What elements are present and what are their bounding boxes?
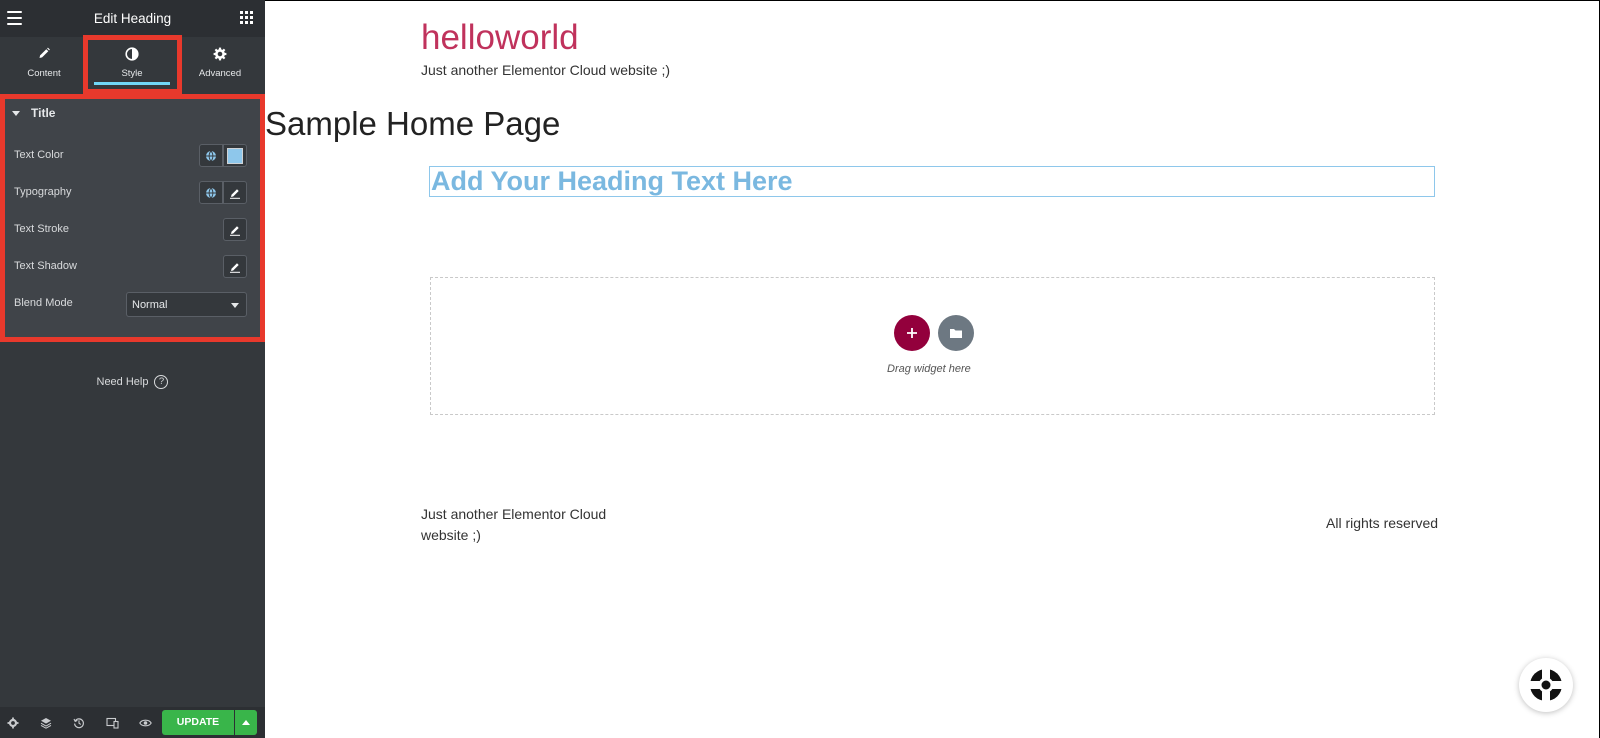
tab-advanced[interactable]: Advanced [176, 37, 264, 90]
caret-down-icon [12, 111, 20, 116]
hamburger-menu-icon[interactable] [7, 11, 22, 25]
preview-eye-icon[interactable] [137, 715, 153, 731]
need-help-link[interactable]: Need Help [97, 376, 149, 388]
footer-tagline: Just another Elementor Cloud website ;) [421, 506, 607, 543]
text-shadow-edit-button[interactable] [223, 255, 247, 278]
navigator-layers-icon[interactable] [38, 715, 54, 731]
plus-icon [907, 328, 917, 338]
tab-advanced-label: Advanced [198, 68, 242, 79]
page-title: Sample Home Page [265, 105, 561, 142]
history-icon[interactable] [71, 715, 87, 731]
control-typography: Typography [0, 175, 265, 211]
need-help: Need Help? [0, 375, 265, 389]
edit-icon [230, 262, 240, 273]
update-options-button[interactable] [235, 710, 257, 735]
footer-rights: All rights reserved [1326, 515, 1439, 531]
responsive-mode-icon[interactable] [104, 715, 120, 731]
add-template-button[interactable] [938, 315, 974, 351]
panel-tabs: Content Style Advanced [0, 37, 265, 90]
gear-icon [213, 47, 227, 66]
add-section-button[interactable] [894, 315, 930, 351]
tab-style-label: Style [121, 68, 143, 79]
panel-footer: UPDATE [0, 707, 265, 738]
color-swatch [227, 147, 243, 164]
text-shadow-label: Text Shadow [14, 260, 77, 272]
editor-panel: Edit Heading Content Style Advanced Titl… [0, 0, 265, 738]
panel-title: Edit Heading [93, 11, 172, 26]
text-stroke-label: Text Stroke [14, 223, 70, 235]
heading-widget[interactable]: Add Your Heading Text Here [429, 166, 1435, 197]
tab-content[interactable]: Content [0, 37, 88, 90]
caret-up-icon [242, 720, 250, 725]
pencil-icon [38, 47, 51, 65]
edit-icon [230, 188, 240, 199]
style-controls: Text Color Typography Text Stroke Text S… [0, 132, 265, 337]
drag-widget-hint: Drag widget here [887, 363, 971, 375]
active-tab-indicator [94, 82, 170, 85]
control-text-color: Text Color [0, 138, 265, 174]
control-text-shadow: Text Shadow [0, 249, 265, 285]
globe-icon [206, 150, 216, 161]
widgets-grid-icon[interactable] [240, 11, 253, 24]
tab-style[interactable]: Style [88, 37, 176, 90]
edit-icon [230, 225, 240, 236]
control-text-stroke: Text Stroke [0, 212, 265, 248]
typography-edit-button[interactable] [223, 181, 247, 204]
site-title[interactable]: helloworld [421, 18, 579, 58]
global-fonts-button[interactable] [199, 181, 223, 204]
update-button[interactable]: UPDATE [162, 710, 234, 735]
global-colors-button[interactable] [199, 144, 223, 167]
text-stroke-edit-button[interactable] [223, 218, 247, 241]
blend-mode-label: Blend Mode [14, 297, 73, 309]
text-color-label: Text Color [14, 149, 64, 161]
dropdown-arrow-icon [231, 303, 239, 308]
settings-icon[interactable] [5, 715, 21, 731]
heading-widget-text[interactable]: Add Your Heading Text Here [431, 166, 793, 197]
blend-mode-select[interactable]: Normal [126, 292, 247, 317]
control-blend-mode: Blend Mode Normal [0, 286, 265, 322]
elementor-editor: Edit Heading Content Style Advanced Titl… [0, 0, 1600, 738]
question-icon[interactable]: ? [154, 375, 169, 389]
drop-zone[interactable] [430, 277, 1435, 415]
globe-icon [206, 187, 216, 198]
folder-icon [950, 329, 962, 338]
section-title: Title [31, 106, 56, 120]
blend-mode-value: Normal [132, 299, 168, 311]
lifebuoy-icon [1528, 667, 1564, 703]
section-title-toggle[interactable]: Title [0, 96, 265, 132]
text-color-picker[interactable] [223, 144, 247, 167]
tab-content-label: Content [27, 68, 61, 79]
contrast-icon [125, 47, 139, 66]
typography-label: Typography [14, 186, 72, 198]
help-lifebuoy-button[interactable] [1519, 658, 1573, 712]
site-tagline: Just another Elementor Cloud website ;) [421, 62, 671, 78]
panel-header: Edit Heading [0, 0, 265, 37]
